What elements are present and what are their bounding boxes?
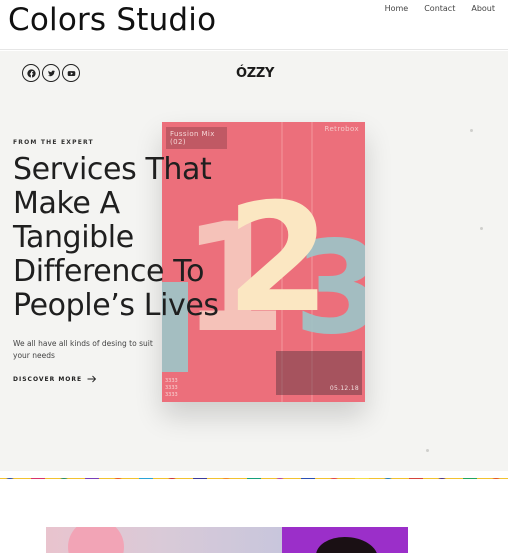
social-links	[22, 64, 80, 82]
hero-subtext: We all have all kinds of desing to suit …	[13, 339, 153, 360]
site-title[interactable]: Colors Studio	[8, 2, 216, 38]
top-bar: Colors Studio Home Contact About	[0, 0, 508, 50]
nav-contact-link[interactable]: Contact	[424, 4, 455, 13]
facebook-icon[interactable]	[22, 64, 40, 82]
svg-text:3333: 3333	[165, 385, 178, 391]
discover-more-link[interactable]: DISCOVER MORE	[13, 375, 97, 383]
youtube-icon[interactable]	[62, 64, 80, 82]
gallery-image[interactable]	[46, 527, 282, 553]
headline-line: Services That	[13, 152, 212, 187]
artwork-tag: Fussion Mix (02)	[166, 127, 227, 149]
hero-eyebrow: FROM THE EXPERT	[13, 139, 94, 146]
artwork-brand: Retrobox	[324, 125, 359, 133]
decor-dot	[480, 227, 483, 230]
svg-text:3333: 3333	[165, 392, 178, 398]
discover-more-label: DISCOVER MORE	[13, 375, 83, 383]
decor-dot	[426, 449, 429, 452]
decor-dot	[470, 129, 473, 132]
decorative-mosaic-strip	[0, 471, 508, 479]
arrow-right-icon	[87, 375, 97, 383]
top-navigation: Home Contact About	[385, 4, 495, 13]
hero-section: ÓZZY FROM THE EXPERT 1 3 2 3333 3333 333…	[0, 51, 508, 471]
artwork-tag-number: (02)	[170, 138, 186, 146]
artwork-date: 05.12.18	[329, 385, 359, 392]
artwork-tag-title: Fussion Mix	[170, 130, 215, 138]
hero-headline: Services That Make A Tangible Difference…	[13, 153, 313, 323]
headline-line: Make A	[13, 186, 120, 221]
svg-text:3333: 3333	[165, 378, 178, 384]
nav-about-link[interactable]: About	[471, 4, 495, 13]
headline-line: People’s Lives	[13, 288, 219, 323]
headline-line: Tangible	[13, 220, 134, 255]
headline-line: Difference To	[13, 254, 205, 289]
gallery-image[interactable]	[282, 527, 408, 553]
twitter-icon[interactable]	[42, 64, 60, 82]
gallery-section	[0, 479, 508, 553]
brand-logo[interactable]: ÓZZY	[236, 66, 274, 81]
nav-home-link[interactable]: Home	[385, 4, 409, 13]
